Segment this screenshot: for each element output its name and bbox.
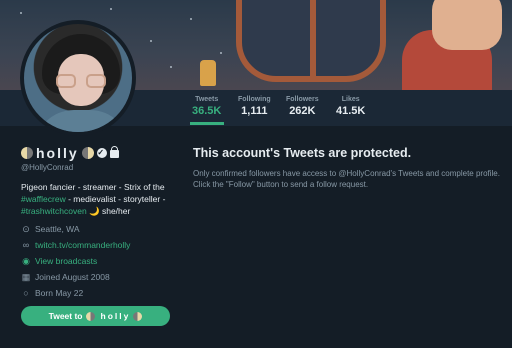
bio-text: 🌙 she/her: [86, 206, 131, 216]
banner-bottle: [200, 60, 216, 86]
birthday: ○ Born May 22: [21, 288, 83, 298]
broadcast-pin-icon: ◉: [22, 256, 30, 266]
banner-star: [110, 8, 112, 10]
stat-tweets[interactable]: Tweets 36.5K: [192, 96, 221, 117]
display-name[interactable]: holly ✓: [21, 145, 119, 161]
stat-value: 1,111: [241, 105, 268, 117]
calendar-icon: ▦: [21, 272, 31, 282]
moon-icon: [85, 311, 95, 321]
view-broadcasts-link[interactable]: View broadcasts: [35, 256, 97, 266]
stat-label: Likes: [341, 96, 360, 103]
avatar[interactable]: [20, 20, 136, 136]
banner-star: [220, 52, 222, 54]
link-icon: ∞: [22, 240, 30, 250]
banner-window: [236, 0, 386, 82]
broadcasts[interactable]: ◉ View broadcasts: [21, 256, 97, 266]
moon-icon: [133, 311, 143, 321]
joined-text: Joined August 2008: [35, 272, 110, 282]
born-text: Born May 22: [35, 288, 84, 298]
moon-icon: [81, 147, 94, 159]
lock-icon: [109, 146, 119, 158]
joined-date: ▦ Joined August 2008: [21, 272, 110, 282]
active-tab-indicator: [190, 122, 224, 125]
balloon-icon: ○: [23, 288, 29, 298]
location: ⊙ Seattle, WA: [21, 224, 80, 234]
banner-star: [150, 40, 152, 42]
display-name-text: holly: [36, 145, 79, 161]
banner-star: [190, 18, 192, 20]
stat-value: 36.5K: [192, 105, 222, 117]
tweet-to-name: holly: [100, 311, 131, 321]
website-link[interactable]: twitch.tv/commanderholly: [35, 240, 130, 250]
protected-description: Only confirmed followers have access to …: [193, 169, 500, 189]
verified-icon: ✓: [96, 148, 107, 158]
stat-label: Tweets: [195, 96, 219, 103]
user-handle[interactable]: @HollyConrad: [21, 163, 73, 172]
tweet-to-button[interactable]: Tweet to holly: [21, 306, 170, 326]
banner-star: [20, 12, 22, 14]
stat-value: 41.5K: [336, 105, 366, 117]
stat-label: Following: [238, 96, 271, 103]
stat-followers[interactable]: Followers 262K: [286, 96, 319, 117]
stat-label: Followers: [286, 96, 319, 103]
location-pin-icon: ⊙: [22, 224, 30, 234]
bio-text: Pigeon fancier - streamer - Strix of the: [21, 182, 165, 192]
banner-figure: [392, 0, 512, 90]
website[interactable]: ∞ twitch.tv/commanderholly: [21, 240, 131, 250]
location-text: Seattle, WA: [35, 224, 80, 234]
stat-following[interactable]: Following 1,111: [238, 96, 271, 117]
bio: Pigeon fancier - streamer - Strix of the…: [21, 181, 181, 217]
hashtag-link[interactable]: #trashwitchcoven: [21, 206, 87, 216]
stat-likes[interactable]: Likes 41.5K: [336, 96, 365, 117]
bio-text: - medievalist - storyteller -: [65, 194, 166, 204]
moon-icon: [21, 147, 33, 159]
banner-star: [170, 66, 172, 68]
hashtag-link[interactable]: #wafflecrew: [21, 194, 66, 204]
stat-value: 262K: [289, 105, 316, 117]
protected-title: This account's Tweets are protected.: [193, 146, 412, 160]
tweet-to-label: Tweet to: [48, 311, 83, 321]
